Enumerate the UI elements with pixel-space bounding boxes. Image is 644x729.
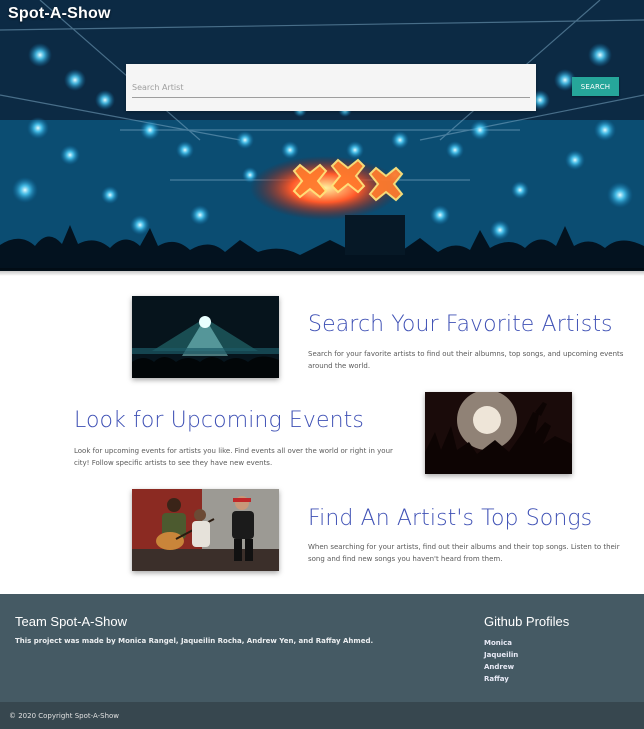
feature-desc-search: Search for your favorite artists to find… — [308, 350, 624, 370]
feature-image-concert — [132, 296, 279, 378]
footer: Team Spot-A-Show This project was made b… — [0, 594, 644, 702]
github-profile-links: Monica Jaqueilin Andrew Raffay — [484, 637, 518, 685]
hero-banner: Spot-A-Show SEARCH — [0, 0, 644, 271]
github-link-andrew[interactable]: Andrew — [484, 661, 518, 673]
feature-title-songs: Find An Artist's Top Songs — [308, 506, 593, 531]
feature-desc-songs: When searching for your artists, find ou… — [308, 543, 620, 563]
github-link-raffay[interactable]: Raffay — [484, 673, 518, 685]
feature-image-musicians — [132, 489, 279, 571]
github-link-jaqueilin[interactable]: Jaqueilin — [484, 649, 518, 661]
hero-shadow-divider — [0, 268, 644, 276]
concert-stage-background — [0, 0, 644, 271]
brand-logo[interactable]: Spot-A-Show — [8, 5, 111, 23]
search-input[interactable] — [132, 78, 530, 98]
search-card — [126, 64, 536, 111]
feature-title-search: Search Your Favorite Artists — [308, 312, 613, 337]
footer-team-text: This project was made by Monica Rangel, … — [15, 637, 374, 645]
footer-github-title: Github Profiles — [484, 614, 570, 629]
footer-copyright-bar: © 2020 Copyright Spot-A-Show — [0, 702, 644, 729]
feature-desc-events: Look for upcoming events for artists you… — [74, 447, 393, 467]
copyright-text: © 2020 Copyright Spot-A-Show — [9, 712, 120, 720]
feature-image-crowd — [425, 392, 572, 474]
footer-team-title: Team Spot-A-Show — [15, 614, 127, 629]
search-button[interactable]: SEARCH — [572, 77, 619, 96]
github-link-monica[interactable]: Monica — [484, 637, 518, 649]
feature-title-events: Look for Upcoming Events — [74, 408, 364, 433]
